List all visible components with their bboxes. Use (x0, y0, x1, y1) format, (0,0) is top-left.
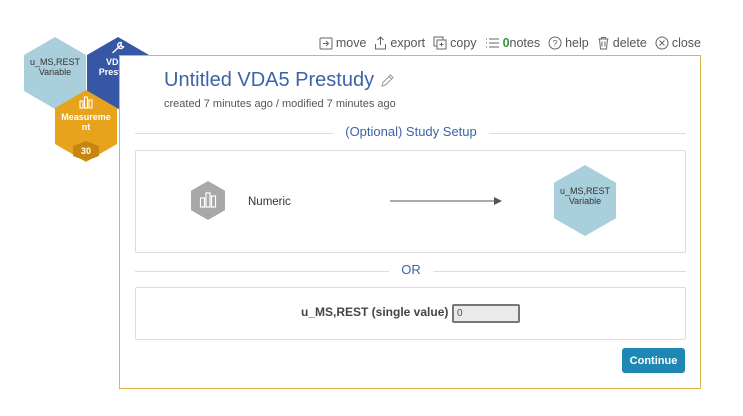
svg-text:?: ? (553, 39, 558, 49)
continue-button[interactable]: Continue (622, 348, 685, 373)
move-button[interactable]: move (319, 36, 367, 50)
notes-button[interactable]: 0 notes (485, 36, 541, 50)
prestudy-panel: Untitled VDA5 Prestudy created 7 minutes… (119, 55, 701, 389)
variable-hex-type: Variable (38, 67, 72, 77)
copy-button[interactable]: copy (433, 36, 477, 50)
close-label: close (671, 36, 701, 50)
wrench-icon (112, 41, 125, 54)
variable-hex-name: u_MS,REST (29, 57, 80, 67)
list-icon (485, 38, 499, 48)
move-label: move (335, 36, 367, 50)
export-label: export (390, 36, 426, 50)
target-variable-type: Variable (568, 196, 602, 206)
copy-icon (433, 36, 447, 50)
created-modified-info: created 7 minutes ago / modified 7 minut… (164, 98, 396, 110)
copy-label: copy (450, 36, 477, 50)
help-icon: ? (548, 36, 562, 50)
title-row: Untitled VDA5 Prestudy (164, 69, 395, 92)
bar-chart-icon (79, 96, 93, 109)
numeric-label: Numeric (248, 196, 291, 208)
setup-section-title: (Optional) Study Setup (333, 124, 489, 139)
help-label: help (565, 36, 589, 50)
single-value-input[interactable] (452, 304, 520, 323)
target-variable-hexagon[interactable]: u_MS,REST Variable (554, 165, 616, 236)
toolbar: move export copy 0 notes ? help delete c… (311, 36, 701, 50)
single-value-label: u_MS,REST (single value) (301, 305, 449, 319)
help-button[interactable]: ? help (548, 36, 589, 50)
move-icon (319, 37, 333, 49)
delete-label: delete (612, 36, 647, 50)
trash-icon (598, 37, 609, 50)
measurement-hex-name-1: Measureme (61, 112, 111, 122)
study-setup-box: Numeric u_MS,REST Variable (135, 150, 686, 253)
export-button[interactable]: export (374, 36, 425, 50)
measurement-hex-name-2: nt (81, 122, 91, 132)
close-icon (655, 36, 669, 50)
or-label: OR (389, 262, 433, 277)
measurement-count: 30 (80, 146, 91, 156)
page-title[interactable]: Untitled VDA5 Prestudy (164, 69, 374, 92)
numeric-hexagon[interactable] (191, 181, 225, 220)
target-variable-name: u_MS,REST (559, 186, 610, 196)
single-value-box: u_MS,REST (single value) (135, 287, 686, 340)
export-icon (375, 36, 387, 50)
pencil-icon[interactable] (380, 73, 395, 88)
close-button[interactable]: close (655, 36, 701, 50)
notes-label: notes (509, 36, 541, 50)
measurement-hexagon[interactable]: Measureme nt 30 (55, 90, 117, 162)
notes-count: 0 (502, 36, 510, 50)
arrow-icon (390, 197, 502, 205)
delete-button[interactable]: delete (597, 36, 647, 50)
